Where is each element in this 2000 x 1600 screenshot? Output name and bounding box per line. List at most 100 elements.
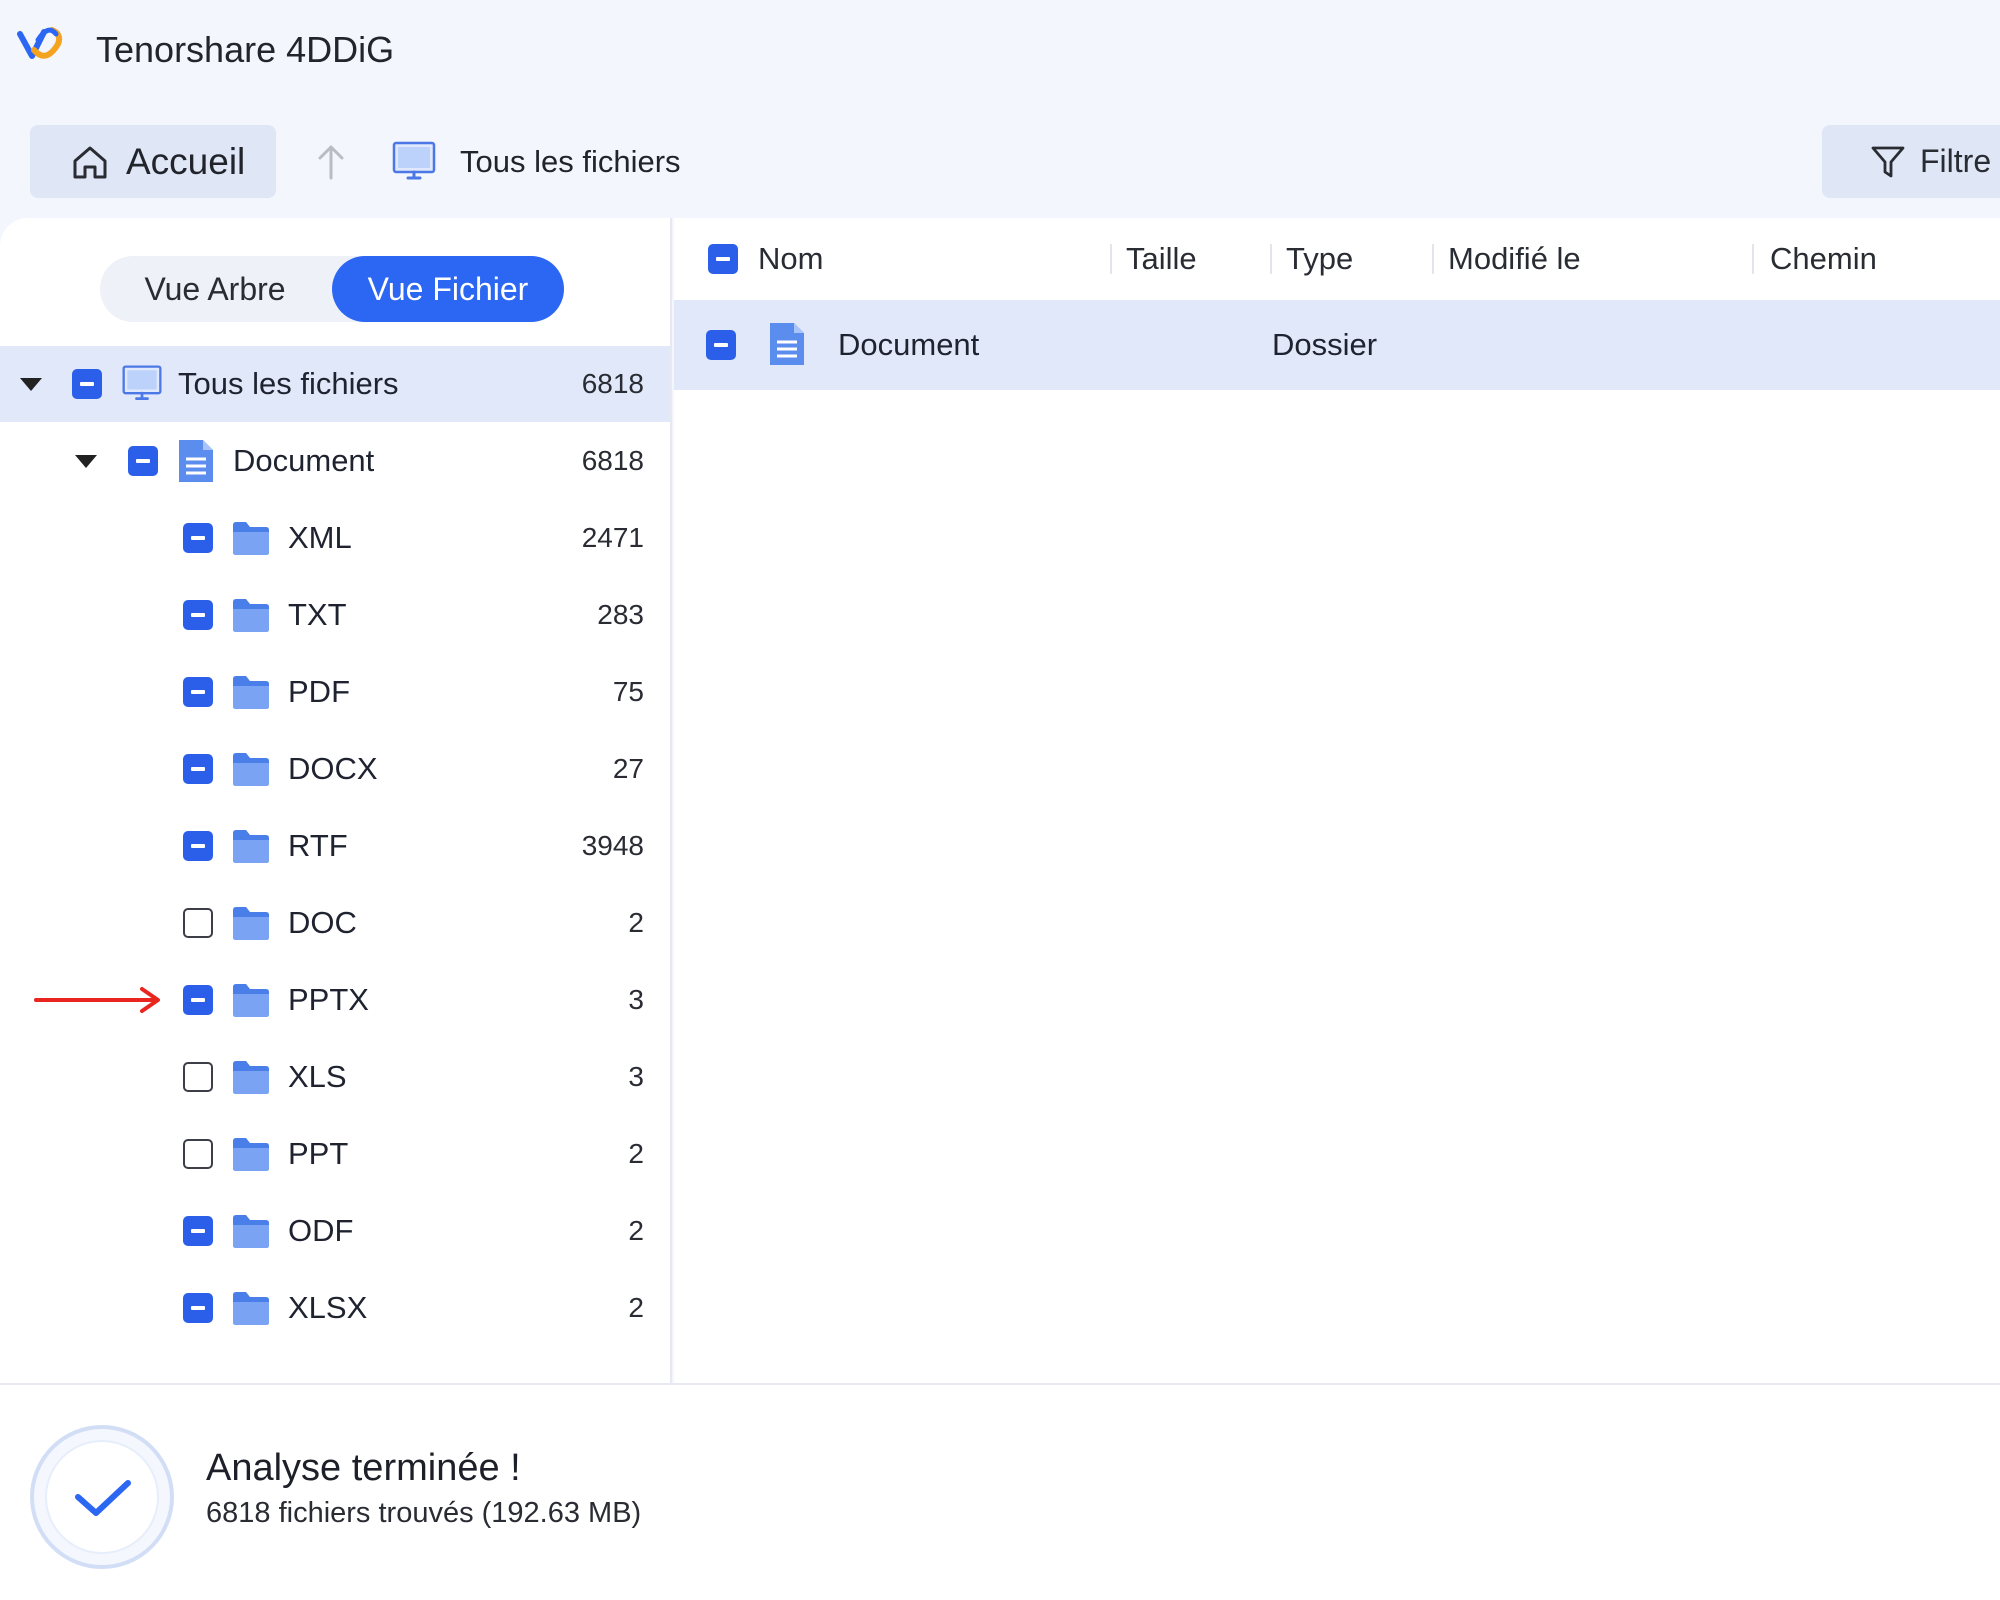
tree-row-xlsx[interactable]: XLSX 2 (0, 1270, 670, 1346)
tree-row-label: DOCX (288, 751, 378, 786)
filter-button[interactable]: Filtre (1822, 125, 2000, 198)
tree-row-label: TXT (288, 597, 347, 632)
column-header-size[interactable]: Taille (1126, 226, 1197, 292)
arrow-up-icon[interactable] (312, 142, 350, 182)
check-circle-icon (30, 1425, 174, 1569)
checkbox-pptx[interactable] (183, 985, 213, 1015)
folder-icon (233, 599, 269, 632)
tree-row-count: 6818 (581, 445, 644, 476)
tree-row-ppt[interactable]: PPT 2 (0, 1116, 670, 1192)
checkbox-txt[interactable] (183, 600, 213, 630)
folder-icon (233, 1215, 269, 1248)
folder-icon (233, 830, 269, 863)
tree-row-count: 3 (628, 1061, 644, 1092)
red-arrow-annotation (34, 987, 160, 1013)
tree-row-doc[interactable]: DOC 2 (0, 885, 670, 961)
column-divider[interactable] (1432, 244, 1434, 274)
computer-icon (392, 141, 436, 180)
tree-row-count: 2471 (581, 522, 644, 553)
checkbox-rtf[interactable] (183, 831, 213, 861)
checkbox-ppt[interactable] (183, 1139, 213, 1169)
folder-icon (233, 907, 269, 940)
column-header-type[interactable]: Type (1286, 226, 1353, 292)
tree-row-count: 2 (628, 1292, 644, 1323)
collapse-caret-icon[interactable] (75, 455, 97, 468)
table-row[interactable]: Document Dossier (674, 300, 2000, 390)
home-button[interactable]: Accueil (30, 125, 276, 198)
row-checkbox[interactable] (706, 330, 736, 360)
checkbox-docx[interactable] (183, 754, 213, 784)
checkbox-odf[interactable] (183, 1216, 213, 1246)
tree-row-label: ODF (288, 1213, 354, 1248)
tree-row-count: 75 (612, 676, 644, 707)
tree-row-count: 6818 (581, 368, 644, 399)
checkbox-xlsx[interactable] (183, 1293, 213, 1323)
column-header-name[interactable]: Nom (758, 226, 823, 292)
tree-row-odf[interactable]: ODF 2 (0, 1193, 670, 1269)
folder-icon (233, 1061, 269, 1094)
tree-row-label: PDF (288, 674, 350, 709)
tree-row-xml[interactable]: XML 2471 (0, 500, 670, 576)
tree-row-label: XLS (288, 1059, 347, 1094)
folder-icon (233, 984, 269, 1017)
tree-row-label: Document (233, 443, 375, 478)
tree-row-docx[interactable]: DOCX 27 (0, 731, 670, 807)
tab-tree-view[interactable]: Vue Arbre (100, 256, 330, 322)
column-header-path[interactable]: Chemin (1770, 226, 1877, 292)
tree-row-label: PPTX (288, 982, 369, 1017)
folder-icon (233, 1138, 269, 1171)
checkbox-doc[interactable] (183, 908, 213, 938)
home-button-label: Accueil (126, 140, 246, 182)
column-divider[interactable] (1110, 244, 1112, 274)
tree-row-txt[interactable]: TXT 283 (0, 577, 670, 653)
folder-icon (233, 1292, 269, 1325)
tree-row-pdf[interactable]: PDF 75 (0, 654, 670, 730)
folder-icon (233, 753, 269, 786)
tab-file-view[interactable]: Vue Fichier (332, 256, 564, 322)
tree-row-all-files[interactable]: Tous les fichiers 6818 (0, 346, 670, 422)
app-title: Tenorshare 4DDiG (96, 29, 395, 70)
tree-row-label: RTF (288, 828, 348, 863)
filter-icon (1871, 146, 1905, 177)
cell-type: Dossier (1272, 327, 1378, 362)
folder-icon (233, 522, 269, 555)
tree-row-label: DOC (288, 905, 357, 940)
view-toggle: Vue Arbre Vue Fichier (100, 256, 564, 322)
checkbox-select-all[interactable] (708, 244, 738, 274)
status-title: Analyse terminée ! (206, 1447, 521, 1489)
tree-row-label: Tous les fichiers (178, 366, 399, 401)
tree-row-count: 283 (597, 599, 644, 630)
tree-row-rtf[interactable]: RTF 3948 (0, 808, 670, 884)
checkbox-pdf[interactable] (183, 677, 213, 707)
column-header-modified[interactable]: Modifié le (1448, 226, 1581, 292)
tree-row-count: 3 (628, 984, 644, 1015)
file-list-panel (674, 218, 2000, 1383)
tree-row-label: PPT (288, 1136, 349, 1171)
home-icon (73, 146, 107, 178)
checkbox-all-files[interactable] (72, 369, 102, 399)
folder-icon (233, 676, 269, 709)
tree-row-count: 2 (628, 907, 644, 938)
table-header: Nom Taille Type Modifié le Chemin (674, 226, 2000, 292)
column-divider[interactable] (1270, 244, 1272, 274)
tree-row-label: XLSX (288, 1290, 368, 1325)
breadcrumb[interactable]: Tous les fichiers (460, 140, 681, 184)
tree-row-count: 2 (628, 1215, 644, 1246)
computer-icon (122, 365, 162, 401)
filter-button-label: Filtre (1920, 143, 1992, 179)
document-icon (770, 323, 804, 365)
collapse-caret-icon[interactable] (20, 378, 42, 391)
cell-name: Document (838, 327, 980, 362)
tree-row-label: XML (288, 520, 352, 555)
column-divider[interactable] (1752, 244, 1754, 274)
status-subtitle: 6818 fichiers trouvés (192.63 MB) (206, 1497, 642, 1529)
tree-row-document[interactable]: Document 6818 (0, 423, 670, 499)
4ddig-logo-icon (17, 27, 63, 59)
document-icon (179, 440, 213, 482)
checkbox-xml[interactable] (183, 523, 213, 553)
checkbox-document[interactable] (128, 446, 158, 476)
checkbox-xls[interactable] (183, 1062, 213, 1092)
tree-row-count: 3948 (581, 830, 644, 861)
tree-row-count: 27 (612, 753, 644, 784)
tree-row-xls[interactable]: XLS 3 (0, 1039, 670, 1115)
